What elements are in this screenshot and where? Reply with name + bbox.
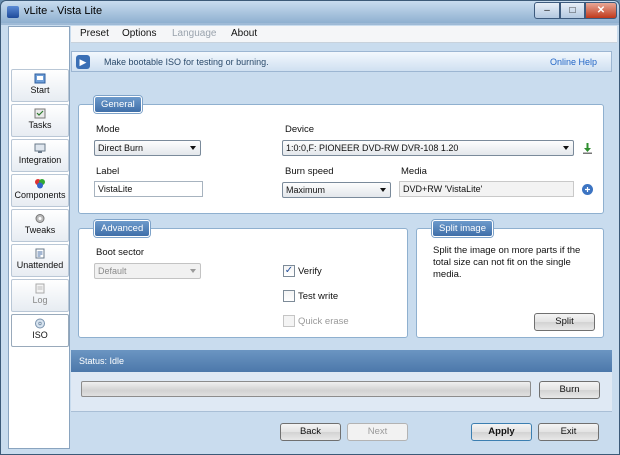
label-label: Label <box>96 166 120 177</box>
sidebar-item-label: Log <box>32 295 48 305</box>
close-button[interactable]: ✕ <box>585 2 617 19</box>
minimize-button[interactable]: – <box>534 2 560 19</box>
iso-icon <box>35 318 45 329</box>
title-bar[interactable]: vLite - Vista Lite – □ ✕ <box>1 1 619 23</box>
quick-erase-checkbox[interactable] <box>283 315 295 327</box>
sidebar: Start Tasks Integration Components Tweak… <box>8 26 70 449</box>
boot-sector-select[interactable]: Default <box>94 263 201 279</box>
media-label: Media <box>401 166 427 177</box>
verify-checkbox[interactable]: ✓ <box>283 265 295 277</box>
integration-icon <box>34 143 46 153</box>
advanced-group: Advanced Boot sector Default ✓ Verify Te… <box>78 220 408 338</box>
sidebar-item-unattended[interactable]: Unattended <box>11 244 69 277</box>
banner-text: Make bootable ISO for testing or burning… <box>104 57 269 67</box>
device-label: Device <box>285 124 315 135</box>
sidebar-item-start[interactable]: Start <box>11 69 69 102</box>
split-group-title: Split image <box>432 220 493 237</box>
menu-about[interactable]: About <box>231 28 257 39</box>
refresh-devices-icon[interactable] <box>581 142 594 155</box>
quick-erase-label: Quick erase <box>298 316 349 327</box>
sidebar-item-label: Start <box>30 85 50 95</box>
burn-speed-value: Maximum <box>286 185 326 195</box>
boot-sector-label: Boot sector <box>96 247 145 258</box>
sidebar-item-integration[interactable]: Integration <box>11 139 69 172</box>
progress-area: Burn <box>71 372 612 412</box>
split-group: Split image Split the image on more part… <box>416 220 604 338</box>
boot-sector-value: Default <box>98 266 127 276</box>
chevron-down-icon <box>380 188 386 192</box>
sidebar-item-tasks[interactable]: Tasks <box>11 104 69 137</box>
sidebar-item-label: Components <box>14 190 66 200</box>
status-text: Status: Idle <box>79 356 125 366</box>
general-group: General Mode Direct Burn Device 1:0:0,F:… <box>78 96 604 214</box>
burn-progress-bar <box>81 381 531 397</box>
sidebar-item-label: Tweaks <box>24 225 56 235</box>
menu-bar: Preset Options Language About <box>71 26 617 43</box>
label-input[interactable]: VistaLite <box>94 181 203 197</box>
mode-label: Mode <box>96 124 120 135</box>
device-value: 1:0:0,F: PIONEER DVD-RW DVR-108 1.20 <box>286 143 459 153</box>
info-icon: ▶ <box>76 55 90 69</box>
sidebar-item-log[interactable]: Log <box>11 279 69 312</box>
menu-preset[interactable]: Preset <box>80 28 109 39</box>
media-info-icon[interactable] <box>581 183 594 196</box>
verify-label: Verify <box>298 266 322 277</box>
next-button[interactable]: Next <box>347 423 408 441</box>
apply-button[interactable]: Apply <box>471 423 532 441</box>
main-window: vLite - Vista Lite – □ ✕ Start Tasks Int… <box>0 0 620 455</box>
status-bar: Status: Idle <box>71 350 612 372</box>
chevron-down-icon <box>190 269 196 273</box>
tweaks-icon <box>35 214 45 223</box>
general-group-title: General <box>94 96 142 113</box>
online-help-link[interactable]: Online Help <box>550 57 597 67</box>
menu-language[interactable]: Language <box>172 28 217 39</box>
info-banner: ▶ Make bootable ISO for testing or burni… <box>71 51 612 72</box>
chevron-down-icon <box>563 146 569 150</box>
sidebar-item-tweaks[interactable]: Tweaks <box>11 209 69 242</box>
components-icon <box>35 179 45 189</box>
advanced-group-title: Advanced <box>94 220 151 237</box>
back-button[interactable]: Back <box>280 423 341 441</box>
app-icon <box>7 6 19 18</box>
exit-button[interactable]: Exit <box>538 423 599 441</box>
split-button[interactable]: Split <box>534 313 595 331</box>
sidebar-item-label: ISO <box>32 330 48 340</box>
unattended-icon <box>35 248 45 259</box>
sidebar-item-components[interactable]: Components <box>11 174 69 207</box>
burn-button[interactable]: Burn <box>539 381 600 399</box>
chevron-down-icon <box>190 146 196 150</box>
sidebar-item-label: Tasks <box>28 120 52 130</box>
device-select[interactable]: 1:0:0,F: PIONEER DVD-RW DVR-108 1.20 <box>282 140 574 156</box>
test-write-label: Test write <box>298 291 339 302</box>
maximize-button[interactable]: □ <box>560 2 585 19</box>
test-write-checkbox[interactable] <box>283 290 295 302</box>
start-icon <box>34 73 46 84</box>
burn-speed-label: Burn speed <box>285 166 334 177</box>
sidebar-item-label: Unattended <box>16 260 64 270</box>
log-icon <box>35 283 45 294</box>
burn-speed-select[interactable]: Maximum <box>282 182 391 198</box>
sidebar-item-iso[interactable]: ISO <box>11 314 69 347</box>
menu-options[interactable]: Options <box>122 28 156 39</box>
mode-select[interactable]: Direct Burn <box>94 140 201 156</box>
split-description: Split the image on more parts if the tot… <box>433 245 581 280</box>
mode-value: Direct Burn <box>98 143 144 153</box>
sidebar-item-label: Integration <box>18 155 62 165</box>
media-field: DVD+RW 'VistaLite' <box>399 181 574 197</box>
tasks-icon <box>34 108 46 119</box>
window-title: vLite - Vista Lite <box>24 5 103 17</box>
